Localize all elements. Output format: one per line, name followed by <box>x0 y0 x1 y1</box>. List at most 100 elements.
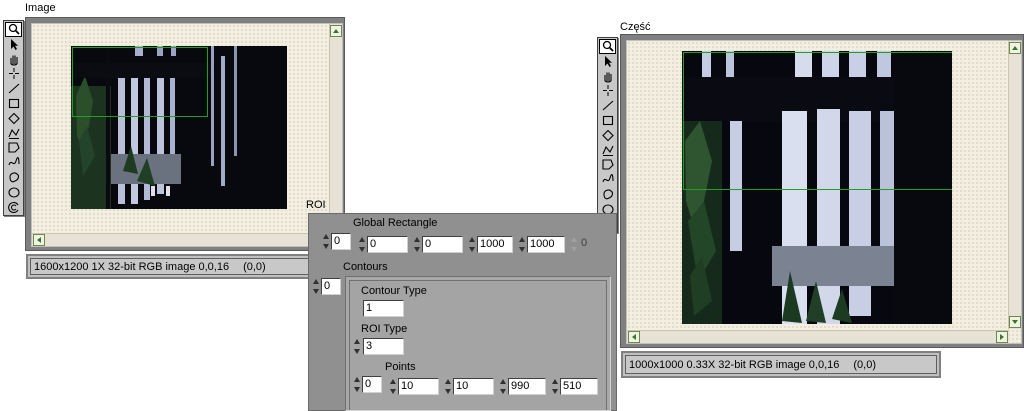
magnifier-icon <box>7 23 21 36</box>
global-rectangle-bottom[interactable]: 1000 <box>527 236 565 253</box>
point-x2[interactable]: 990 <box>508 378 546 395</box>
points-label: Points <box>385 361 416 373</box>
polyline-icon <box>601 144 615 157</box>
left-tool-rectangle[interactable] <box>5 96 22 111</box>
right-status-coords: (0,0) <box>853 358 876 371</box>
contours-element: Contour Type 1 ROI Type 3 Points 0 10 10… <box>349 280 607 410</box>
right-tool-pan[interactable] <box>599 69 616 84</box>
right-status-info: 1000x1000 0.33X 32-bit RGB image 0,0,16 <box>629 358 840 371</box>
right-scroll-down-button[interactable] <box>1009 316 1021 328</box>
left-roi-rectangle[interactable] <box>72 47 208 117</box>
right-tool-rectangle[interactable] <box>599 113 616 128</box>
left-vertical-scrollbar[interactable] <box>329 24 342 232</box>
left-tool-rotated-rectangle[interactable] <box>5 111 22 126</box>
left-tool-freehand-line[interactable] <box>5 155 22 170</box>
right-tool-select[interactable] <box>599 54 616 69</box>
left-image-canvas[interactable] <box>31 23 343 247</box>
global-rectangle-label: Global Rectangle <box>353 217 438 229</box>
right-image-canvas[interactable] <box>626 40 1022 344</box>
contours-array-frame: Contour Type 1 ROI Type 3 Points 0 10 10… <box>345 276 611 411</box>
left-tool-point[interactable] <box>5 66 22 81</box>
arrow-icon <box>7 38 21 51</box>
right-tool-polyline[interactable] <box>599 143 616 158</box>
polygon-icon <box>601 158 615 171</box>
contour-type-field[interactable]: 1 <box>363 300 404 317</box>
arrow-icon <box>601 55 615 68</box>
right-tool-freehand-line[interactable] <box>599 172 616 187</box>
left-tool-freehand-region[interactable] <box>5 170 22 185</box>
point-y2-stepper[interactable] <box>550 378 559 395</box>
left-status-coords: (0,0) <box>243 260 266 273</box>
left-image-photo <box>71 46 287 209</box>
hand-icon <box>7 53 21 66</box>
right-tool-freehand-region[interactable] <box>599 187 616 202</box>
right-roi-rectangle[interactable] <box>683 52 952 190</box>
roi-type-stepper[interactable] <box>352 338 361 355</box>
left-tool-pan[interactable] <box>5 52 22 67</box>
left-tool-polygon[interactable] <box>5 140 22 155</box>
contour-type-label: Contour Type <box>361 285 427 297</box>
point-y1[interactable]: 10 <box>453 378 494 395</box>
right-display-label: Część <box>620 21 651 33</box>
freehand-region-icon <box>601 188 615 201</box>
point-x1[interactable]: 10 <box>398 378 439 395</box>
global-rectangle-top[interactable]: 0 <box>422 236 463 253</box>
left-scroll-up-button[interactable] <box>330 25 342 37</box>
right-vertical-scrollbar[interactable] <box>1008 41 1021 329</box>
right-status-bar: 1000x1000 0.33X 32-bit RGB image 0,0,16 … <box>621 351 941 378</box>
left-tool-zoom[interactable] <box>5 22 22 37</box>
annulus-icon <box>7 201 21 214</box>
global-rectangle-extra-stepper <box>569 236 578 253</box>
global-rectangle-right-stepper[interactable] <box>467 236 476 253</box>
freehand-icon <box>7 156 21 169</box>
global-rectangle-top-stepper[interactable] <box>412 236 421 253</box>
global-rectangle-bottom-stepper[interactable] <box>517 236 526 253</box>
point-y1-stepper[interactable] <box>443 378 452 395</box>
global-rectangle-left-stepper[interactable] <box>357 236 366 253</box>
right-tool-rotated-rectangle[interactable] <box>599 128 616 143</box>
right-tool-line[interactable] <box>599 98 616 113</box>
right-tool-polygon[interactable] <box>599 157 616 172</box>
left-status-info: 1600x1200 1X 32-bit RGB image 0,0,16 <box>34 260 230 273</box>
right-scroll-up-button[interactable] <box>1009 42 1021 54</box>
left-display-label: Image <box>25 2 56 14</box>
point-y2[interactable]: 510 <box>560 378 598 395</box>
left-tool-line[interactable] <box>5 81 22 96</box>
right-tool-zoom[interactable] <box>599 39 616 54</box>
left-status-bar: 1600x1200 1X 32-bit RGB image 0,0,16 (0,… <box>26 254 345 279</box>
global-rectangle-left[interactable]: 0 <box>367 236 408 253</box>
contours-label: Contours <box>343 261 388 273</box>
right-image-photo <box>682 51 952 324</box>
right-tool-point[interactable] <box>599 83 616 98</box>
global-rectangle-index[interactable]: 0 <box>331 233 351 250</box>
global-rectangle-right[interactable]: 1000 <box>477 236 513 253</box>
point-x1-stepper[interactable] <box>388 378 397 395</box>
points-index[interactable]: 0 <box>362 376 382 393</box>
left-tool-annulus[interactable] <box>5 200 22 215</box>
hand-icon <box>601 70 615 83</box>
right-scroll-right-button[interactable] <box>996 331 1008 343</box>
point-x2-stepper[interactable] <box>498 378 507 395</box>
roi-type-label: ROI Type <box>361 323 408 335</box>
left-image-display[interactable] <box>25 17 345 251</box>
left-tool-oval[interactable] <box>5 185 22 200</box>
polyline-icon <box>7 127 21 140</box>
right-horizontal-scrollbar[interactable] <box>627 330 1009 343</box>
right-tool-palette <box>597 37 618 233</box>
line-icon <box>7 82 21 95</box>
rectangle-icon <box>601 114 615 127</box>
global-rectangle-index-stepper[interactable] <box>321 233 330 250</box>
contours-index[interactable]: 0 <box>321 278 341 295</box>
crosshair-icon <box>7 67 21 80</box>
left-horizontal-scrollbar[interactable] <box>32 233 330 246</box>
right-image-display[interactable] <box>620 34 1024 348</box>
points-index-stepper[interactable] <box>352 376 361 393</box>
contours-index-stepper[interactable] <box>311 278 320 295</box>
left-tool-select[interactable] <box>5 37 22 52</box>
freehand-icon <box>601 173 615 186</box>
roi-type-field[interactable]: 3 <box>363 338 404 355</box>
freehand-region-icon <box>7 171 21 184</box>
right-scroll-left-button[interactable] <box>628 331 640 343</box>
left-scroll-left-button[interactable] <box>33 234 45 246</box>
left-tool-polyline[interactable] <box>5 126 22 141</box>
